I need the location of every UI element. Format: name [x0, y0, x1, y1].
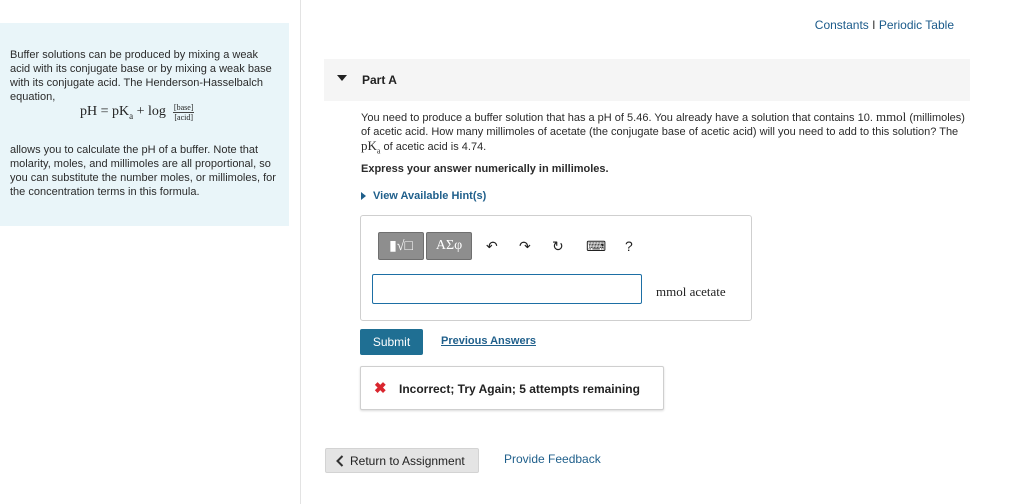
keyboard-icon[interactable]: ⌨ [586, 238, 606, 255]
intro-text: Buffer solutions can be produced by mixi… [10, 49, 272, 103]
previous-answers-link[interactable]: Previous Answers [441, 335, 536, 347]
redo-icon[interactable]: ↷ [519, 238, 531, 255]
return-to-assignment-button[interactable]: Return to Assignment [325, 448, 479, 473]
link-separator: I [868, 18, 879, 32]
math-toolbar: ▮√□ ΑΣφ [378, 232, 473, 260]
help-icon[interactable]: ? [625, 238, 633, 254]
feedback-message: Incorrect; Try Again; 5 attempts remaini… [399, 382, 640, 396]
hint-caret-icon [361, 192, 366, 200]
question-text: You need to produce a buffer solution th… [361, 110, 966, 159]
submit-button[interactable]: Submit [360, 329, 423, 355]
reset-icon[interactable]: ↻ [552, 238, 564, 255]
top-links: Constants I Periodic Table [815, 18, 954, 32]
question-part-3: of acetic acid is 4.74. [383, 141, 487, 153]
left-panel: Buffer solutions can be produced by mixi… [0, 0, 301, 504]
view-hints-toggle[interactable]: View Available Hint(s) [361, 190, 486, 202]
periodic-table-link[interactable]: Periodic Table [879, 18, 954, 32]
formula-fraction: [base] [acid] [172, 103, 195, 122]
main-panel: Constants I Periodic Table Part A You ne… [301, 0, 1024, 504]
part-header[interactable]: Part A [324, 59, 970, 101]
return-label: Return to Assignment [350, 453, 465, 468]
formula-lhs: pH = pK [80, 104, 130, 120]
answer-input[interactable] [372, 274, 642, 304]
formula-numerator: [base] [172, 103, 195, 113]
collapse-caret-icon[interactable] [337, 75, 347, 81]
formula-mid: + log [133, 104, 166, 120]
incorrect-icon: ✖ [374, 380, 387, 397]
templates-button[interactable]: ▮√□ [378, 232, 424, 260]
formula-denominator: [acid] [174, 113, 194, 122]
feedback-box: ✖ Incorrect; Try Again; 5 attempts remai… [360, 366, 664, 410]
constants-link[interactable]: Constants [815, 18, 869, 32]
hints-label: View Available Hint(s) [373, 190, 487, 202]
chevron-left-icon [336, 454, 344, 467]
intro-text-after: allows you to calculate the pH of a buff… [10, 144, 276, 198]
question-part-1: You need to produce a buffer solution th… [361, 112, 873, 124]
provide-feedback-link[interactable]: Provide Feedback [504, 452, 601, 466]
part-title: Part A [362, 73, 397, 87]
pka-symbol: pK [361, 138, 377, 153]
answer-unit: mmol acetate [656, 284, 726, 299]
answer-box: ▮√□ ΑΣφ ↶ ↷ ↻ ⌨ ? mmol acetate [360, 215, 752, 321]
pka-sub: a [376, 146, 381, 156]
henderson-hasselbalch-formula: pH = pKa + log [base] [acid] [80, 103, 195, 122]
greek-symbols-button[interactable]: ΑΣφ [426, 232, 472, 260]
question-pka: pKa [361, 138, 381, 156]
question-unit: mmol [875, 109, 907, 124]
undo-icon[interactable]: ↶ [486, 238, 498, 255]
express-instruction: Express your answer numerically in milli… [361, 163, 609, 175]
